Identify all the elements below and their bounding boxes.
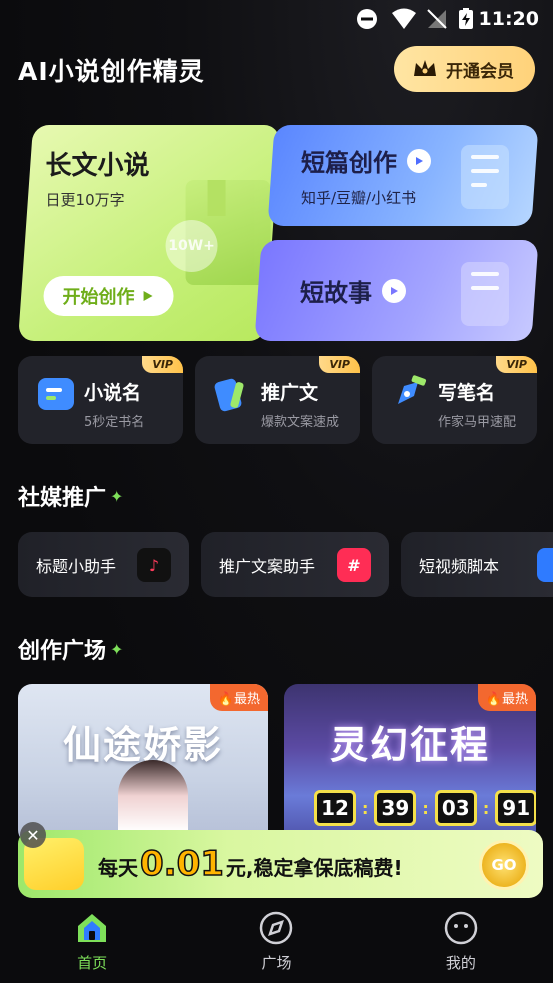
sparkle-icon: ✦: [110, 486, 124, 506]
nav-plaza[interactable]: 广场: [184, 898, 368, 983]
plaza-card[interactable]: 🔥最热 仙途娇影: [18, 684, 268, 844]
section-plaza-label: 创作广场: [18, 639, 107, 664]
go-button[interactable]: GO: [479, 840, 529, 890]
social-item-promo[interactable]: 推广文案助手 #: [201, 532, 389, 597]
tool-promo-copy[interactable]: VIP 推广文 爆款文案速成: [195, 356, 360, 444]
timer-digit: 39: [374, 790, 417, 826]
timer-digit: 12: [314, 790, 356, 826]
tool-subtitle: 5秒定书名: [84, 415, 145, 430]
close-icon[interactable]: ✕: [20, 822, 46, 848]
face-icon: [444, 911, 478, 945]
name-tag-icon: [38, 378, 74, 410]
tool-subtitle: 爆款文案速成: [261, 415, 340, 430]
compass-icon: [260, 911, 293, 945]
nav-profile[interactable]: 我的: [369, 898, 553, 983]
tool-title: 写笔名: [438, 382, 496, 404]
video-icon: [537, 548, 553, 582]
play-icon: [407, 148, 431, 173]
hot-tag: 🔥最热: [477, 684, 536, 711]
section-plaza-title: 创作广场 ✦: [18, 633, 123, 665]
social-item-label: 推广文案助手: [219, 556, 316, 576]
tool-subtitle: 作家马甲速配: [438, 415, 517, 430]
countdown-timer: 12: 39: 03: 91: [314, 790, 536, 826]
battery-icon: [459, 8, 473, 29]
social-item-video-script[interactable]: 短视频脚本: [401, 532, 553, 597]
plaza-card-title: 灵幻征程: [329, 722, 490, 767]
start-writing-label: 开始创作: [62, 287, 135, 308]
section-social-title: 社媒推广 ✦: [18, 480, 123, 512]
status-bar: 11:20: [0, 0, 553, 38]
dnd-icon: [357, 9, 377, 29]
vip-button-label: 开通会员: [446, 61, 514, 82]
promo-text: 每天 0.01 元,稳定拿保底稿费!: [98, 843, 403, 885]
signal-icon: [427, 9, 447, 29]
tool-pen-name[interactable]: VIP 写笔名 作家马甲速配: [372, 356, 537, 444]
short-story-subtitle: 知乎/豆瓣/小红书: [301, 189, 417, 207]
long-novel-subtitle: 日更10万字: [45, 191, 125, 209]
plaza-card[interactable]: 🔥最热 灵幻征程 12: 39: 03: 91: [284, 684, 536, 844]
bottom-nav: 首页 广场 我的: [0, 898, 553, 983]
notebook-icon: [461, 262, 509, 326]
social-item-label: 标题小助手: [36, 556, 117, 576]
home-icon: [78, 914, 107, 942]
timer-digit: 03: [434, 790, 477, 826]
start-writing-button[interactable]: 开始创作: [43, 276, 174, 316]
word-count-badge: 10W+: [165, 220, 218, 272]
clock: 11:20: [478, 8, 539, 30]
app-title: AI小说创作精灵: [18, 57, 205, 86]
pen-nib-icon: [398, 375, 427, 404]
tool-novel-name[interactable]: VIP 小说名 5秒定书名: [18, 356, 183, 444]
long-novel-title: 长文小说: [45, 151, 150, 181]
hot-tag: 🔥最热: [209, 684, 268, 711]
timer-digit: 91: [495, 790, 536, 826]
tiktok-icon: ♪: [137, 548, 171, 582]
book-icon: 10W+: [165, 180, 271, 285]
nav-label: 首页: [77, 954, 108, 972]
promo-banner[interactable]: 每天 0.01 元,稳定拿保底稿费! GO: [18, 830, 543, 898]
tool-title: 小说名: [84, 382, 142, 404]
social-item-label: 短视频脚本: [419, 556, 500, 576]
long-novel-card[interactable]: 长文小说 日更10万字 10W+ 开始创作: [18, 125, 281, 341]
vip-button[interactable]: 开通会员: [394, 46, 535, 92]
social-item-headline[interactable]: 标题小助手 ♪: [18, 532, 189, 597]
nav-label: 我的: [445, 954, 476, 972]
sparkle-icon: ✦: [110, 639, 124, 659]
app-screen: 11:20 AI小说创作精灵 开通会员 长文小说 日更10万字 10W+ 开始创…: [0, 0, 553, 983]
vip-badge: VIP: [142, 356, 183, 373]
brief-story-title: 短故事: [300, 279, 372, 307]
document-icon: [461, 145, 509, 209]
nav-home[interactable]: 首页: [0, 898, 184, 983]
tool-title: 推广文: [261, 382, 319, 404]
brief-story-card[interactable]: 短故事: [254, 240, 539, 341]
nav-label: 广场: [261, 954, 292, 972]
play-icon: [382, 278, 406, 303]
hashtag-icon: #: [337, 548, 371, 582]
section-social-label: 社媒推广: [18, 486, 107, 511]
play-triangle-icon: [143, 291, 153, 301]
wifi-icon: [392, 8, 416, 29]
short-story-card[interactable]: 短篇创作 知乎/豆瓣/小红书: [267, 125, 539, 226]
crown-icon: [414, 60, 436, 76]
vip-badge: VIP: [496, 356, 537, 373]
vip-badge: VIP: [319, 356, 360, 373]
short-story-title: 短篇创作: [301, 149, 397, 177]
phone-icon: [214, 378, 244, 412]
